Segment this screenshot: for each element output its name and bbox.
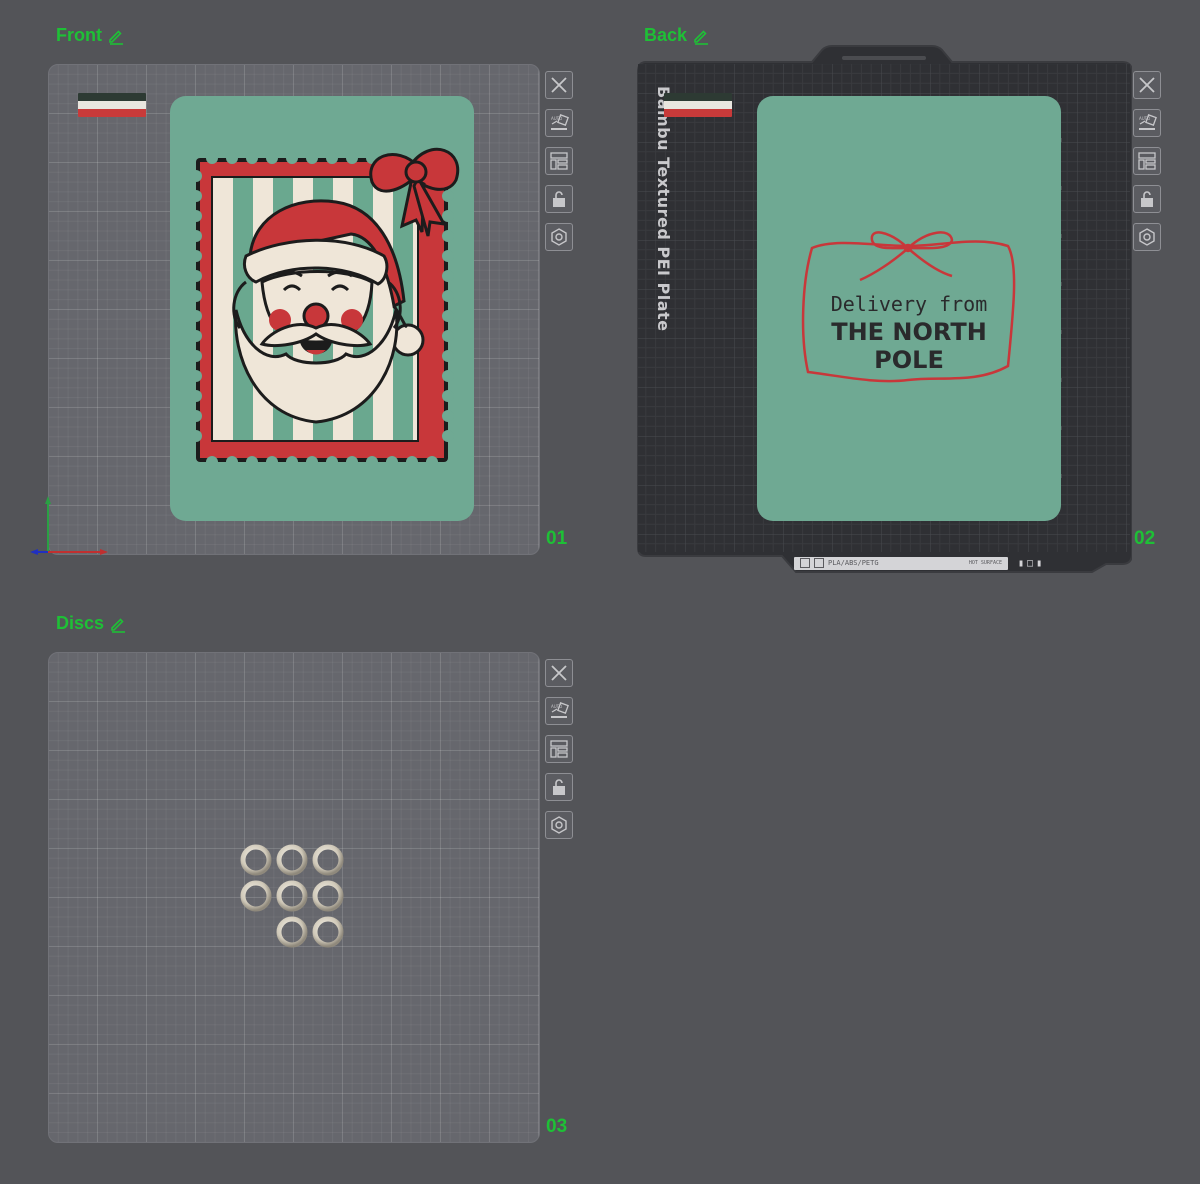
plate-title-front[interactable]: Front: [56, 25, 125, 46]
lock-plate-button[interactable]: [1133, 185, 1161, 213]
plate-title-discs[interactable]: Discs: [56, 613, 127, 634]
plate-title-back[interactable]: Back: [644, 25, 710, 46]
close-icon: [551, 665, 567, 681]
plate-settings-button[interactable]: [545, 811, 573, 839]
plate-name: Discs: [56, 613, 105, 633]
auto-orient-button[interactable]: AUTO: [545, 697, 573, 725]
plate-footer-strip: PLA/ABS/PETG HOT SURFACE ▮ □ ▮: [794, 555, 1064, 571]
lock-icon: [1141, 191, 1153, 207]
axis-gizmo: [30, 496, 108, 555]
plate-settings-button[interactable]: [545, 223, 573, 251]
delete-plate-button[interactable]: [1133, 71, 1161, 99]
plate-toolbar-discs: AUTO: [545, 659, 573, 839]
lock-icon: [553, 779, 565, 795]
close-icon: [1139, 77, 1155, 93]
material-compat-text: PLA/ABS/PETG: [828, 559, 879, 567]
plate-settings-button[interactable]: [1133, 223, 1161, 251]
plate-type-label: Bambu Textured PEI Plate: [654, 86, 673, 332]
north-pole-text: THE NORTH POLE: [831, 318, 987, 374]
close-icon: [551, 77, 567, 93]
arrange-icon: [550, 740, 568, 758]
plate-toolbar-back: AUTO: [1133, 71, 1161, 251]
plate-name: Back: [644, 25, 688, 45]
auto-orient-button[interactable]: AUTO: [545, 109, 573, 137]
lock-plate-button[interactable]: [545, 773, 573, 801]
arrange-icon: [1138, 152, 1156, 170]
trash-icon: ▮: [1018, 557, 1025, 569]
delivery-from-text: Delivery from: [830, 292, 988, 316]
edit-name-icon[interactable]: [107, 27, 125, 45]
svg-text:AUTO: AUTO: [1139, 116, 1150, 121]
hot-surface-text: HOT SURFACE: [968, 560, 1002, 566]
settings-icon: [551, 816, 567, 834]
plate-toolbar-front: AUTO: [545, 71, 573, 251]
arrange-button[interactable]: [1133, 147, 1161, 175]
plate-number: 02: [1134, 528, 1156, 549]
svg-text:AUTO: AUTO: [551, 116, 562, 121]
plate-name: Front: [56, 25, 102, 45]
auto-orient-icon: AUTO: [1139, 114, 1157, 130]
settings-icon: [1139, 228, 1155, 246]
plate-number: 01: [546, 528, 568, 549]
delete-plate-button[interactable]: [545, 71, 573, 99]
edit-name-icon[interactable]: [109, 615, 127, 633]
plate-number: 03: [546, 1116, 568, 1137]
lock-icon: [553, 191, 565, 207]
settings-icon: [551, 228, 567, 246]
auto-orient-icon: AUTO: [551, 702, 569, 718]
disc-model: [240, 844, 344, 948]
trash-icon: ▮: [1036, 557, 1043, 569]
arrange-icon: [550, 152, 568, 170]
front-card-graphic: [170, 96, 474, 521]
edit-name-icon[interactable]: [692, 27, 710, 45]
delete-plate-button[interactable]: [545, 659, 573, 687]
plate-footer-icons: ▮ □ ▮: [1018, 558, 1042, 569]
arrange-button[interactable]: [545, 147, 573, 175]
auto-orient-button[interactable]: AUTO: [1133, 109, 1161, 137]
arrange-button[interactable]: [545, 735, 573, 763]
square-icon: □: [1027, 557, 1034, 569]
auto-orient-icon: AUTO: [551, 114, 569, 130]
discs-group[interactable]: [236, 840, 352, 956]
lock-plate-button[interactable]: [545, 185, 573, 213]
front-card-model[interactable]: [166, 96, 474, 521]
filament-swatch: [78, 93, 146, 117]
filament-swatch: [664, 93, 732, 117]
svg-text:AUTO: AUTO: [551, 704, 562, 709]
